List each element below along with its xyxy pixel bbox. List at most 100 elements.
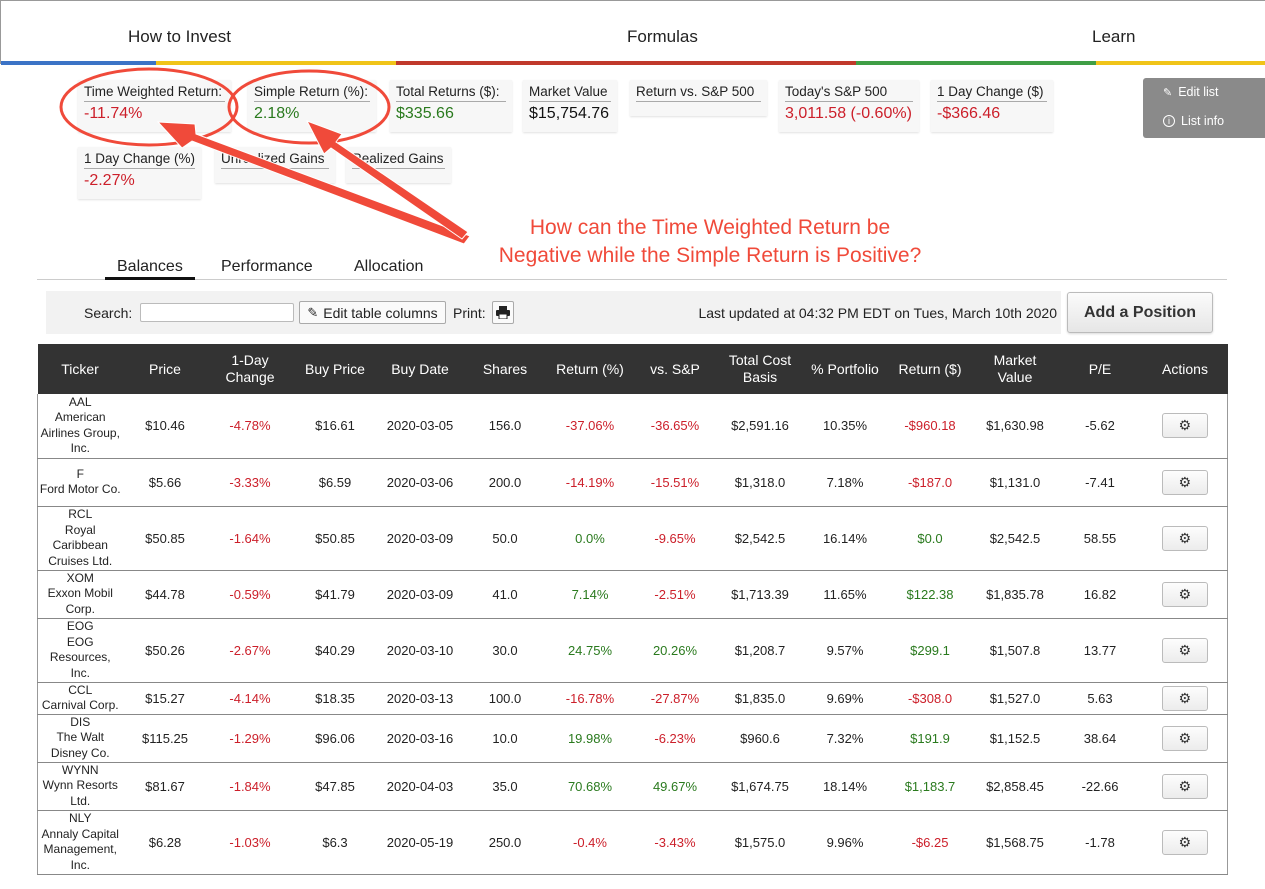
stat-value bbox=[636, 102, 761, 105]
table-header-row: Ticker Price 1-Day Change Buy Price Buy … bbox=[37, 344, 1228, 394]
cell-vs-sp: -2.51% bbox=[632, 570, 718, 619]
cell-return-usd: $0.0 bbox=[887, 506, 973, 571]
company-name: EOG Resources, Inc. bbox=[49, 634, 111, 680]
table-toolbar: Search: ✎ Edit table columns Print: Last… bbox=[46, 291, 1061, 334]
cell-ticker: WYNN Wynn Resorts Ltd. bbox=[37, 762, 123, 811]
col-header-actions: Actions bbox=[1142, 344, 1228, 394]
col-header-buy-price[interactable]: Buy Price bbox=[292, 344, 378, 394]
stat-label: Today's S&P 500 bbox=[785, 84, 913, 102]
positions-table: Ticker Price 1-Day Change Buy Price Buy … bbox=[37, 344, 1228, 875]
col-header-total-cost-basis[interactable]: Total Cost Basis bbox=[717, 344, 803, 394]
cell-return-usd: -$308.0 bbox=[887, 682, 973, 715]
add-position-button[interactable]: Add a Position bbox=[1067, 292, 1213, 333]
company-name: American Airlines Group, Inc. bbox=[40, 410, 120, 456]
cell-portfolio-pct: 9.69% bbox=[802, 682, 888, 715]
cell-market-value: $1,527.0 bbox=[972, 682, 1058, 715]
table-row: WYNN Wynn Resorts Ltd. $81.67 -1.84% $47.85 2… bbox=[37, 762, 1228, 811]
col-header-price[interactable]: Price bbox=[122, 344, 208, 394]
ticker-symbol[interactable]: XOM bbox=[39, 571, 122, 587]
stat-value: 2.18% bbox=[254, 105, 300, 122]
cell-buy-price: $6.3 bbox=[292, 810, 378, 875]
ticker-symbol[interactable]: CCL bbox=[39, 683, 122, 699]
cell-return-usd: -$6.25 bbox=[887, 810, 973, 875]
cell-cost-basis: $1,835.0 bbox=[717, 682, 803, 715]
ticker-symbol[interactable]: RCL bbox=[39, 507, 122, 523]
cell-shares: 200.0 bbox=[462, 458, 548, 507]
print-button[interactable] bbox=[492, 301, 514, 324]
cell-ticker: AAL American Airlines Group, Inc. bbox=[37, 394, 123, 459]
cell-actions: ⚙ bbox=[1142, 762, 1228, 811]
ticker-symbol[interactable]: AAL bbox=[39, 395, 122, 411]
gear-icon: ⚙ bbox=[1178, 641, 1192, 658]
edit-list-button[interactable]: ✎ Edit list bbox=[1163, 85, 1219, 99]
col-header-pe[interactable]: P/E bbox=[1057, 344, 1143, 394]
cell-portfolio-pct: 18.14% bbox=[802, 762, 888, 811]
stat-card-total-returns: Total Returns ($): $335.66 bbox=[390, 80, 512, 132]
cell-market-value: $1,568.75 bbox=[972, 810, 1058, 875]
col-header-shares[interactable]: Shares bbox=[462, 344, 548, 394]
tab-balances[interactable]: Balances bbox=[105, 258, 195, 280]
row-actions-button[interactable]: ⚙ bbox=[1161, 413, 1208, 439]
cell-pe: 16.82 bbox=[1057, 570, 1143, 619]
row-actions-button[interactable]: ⚙ bbox=[1161, 773, 1208, 799]
ticker-symbol[interactable]: NLY bbox=[39, 811, 122, 827]
nav-how-to-invest[interactable]: How to Invest bbox=[128, 27, 231, 47]
stat-label: Return vs. S&P 500 bbox=[636, 84, 761, 102]
cell-1-day-change: -4.78% bbox=[207, 394, 293, 459]
info-icon: i bbox=[1163, 115, 1175, 127]
cell-ticker: NLY Annaly Capital Management, Inc. bbox=[37, 810, 123, 875]
ticker-symbol[interactable]: DIS bbox=[39, 715, 122, 731]
nav-learn[interactable]: Learn bbox=[1092, 27, 1135, 47]
cell-return-pct: 0.0% bbox=[547, 506, 633, 571]
col-header-1-day-change[interactable]: 1-Day Change bbox=[207, 344, 293, 394]
cell-return-pct: 19.98% bbox=[547, 714, 633, 763]
cell-vs-sp: 20.26% bbox=[632, 618, 718, 683]
cell-vs-sp: -27.87% bbox=[632, 682, 718, 715]
edit-table-columns-button[interactable]: ✎ Edit table columns bbox=[299, 301, 446, 324]
cell-ticker: RCL Royal Caribbean Cruises Ltd. bbox=[37, 506, 123, 571]
cell-actions: ⚙ bbox=[1142, 458, 1228, 507]
col-header-ticker[interactable]: Ticker bbox=[37, 344, 123, 394]
cell-pe: 5.63 bbox=[1057, 682, 1143, 715]
gear-icon: ⚙ bbox=[1178, 417, 1192, 434]
row-actions-button[interactable]: ⚙ bbox=[1161, 637, 1208, 663]
ticker-symbol[interactable]: WYNN bbox=[39, 763, 122, 779]
list-info-button[interactable]: i List info bbox=[1163, 114, 1224, 128]
cell-buy-date: 2020-03-05 bbox=[377, 394, 463, 459]
row-actions-button[interactable]: ⚙ bbox=[1161, 685, 1208, 711]
col-header-return-usd[interactable]: Return ($) bbox=[887, 344, 973, 394]
cell-buy-price: $41.79 bbox=[292, 570, 378, 619]
col-header-market-value[interactable]: Market Value bbox=[972, 344, 1058, 394]
edit-icon: ✎ bbox=[307, 304, 319, 320]
ticker-symbol[interactable]: EOG bbox=[39, 619, 122, 635]
gear-icon: ⚙ bbox=[1178, 833, 1192, 850]
table-row: DIS The Walt Disney Co. $115.25 -1.29% $96.0… bbox=[37, 714, 1228, 763]
col-header-return-pct[interactable]: Return (%) bbox=[547, 344, 633, 394]
col-header-buy-date[interactable]: Buy Date bbox=[377, 344, 463, 394]
table-row: CCL Carnival Corp. $15.27 -4.14% $18.35 2020-… bbox=[37, 682, 1228, 715]
cell-pe: -1.78 bbox=[1057, 810, 1143, 875]
stat-label: Unrealized Gains bbox=[221, 151, 329, 169]
cell-return-usd: $299.1 bbox=[887, 618, 973, 683]
col-header-portfolio-pct[interactable]: % Portfolio bbox=[802, 344, 888, 394]
cell-actions: ⚙ bbox=[1142, 618, 1228, 683]
cell-buy-price: $6.59 bbox=[292, 458, 378, 507]
company-name: The Walt Disney Co. bbox=[50, 730, 110, 760]
ticker-symbol[interactable]: F bbox=[39, 467, 122, 483]
stat-value bbox=[352, 169, 445, 172]
tabs-divider bbox=[37, 279, 1227, 280]
row-actions-button[interactable]: ⚙ bbox=[1161, 469, 1208, 495]
row-actions-button[interactable]: ⚙ bbox=[1161, 725, 1208, 751]
nav-formulas[interactable]: Formulas bbox=[627, 27, 698, 47]
col-header-vs-sp[interactable]: vs. S&P bbox=[632, 344, 718, 394]
row-actions-button[interactable]: ⚙ bbox=[1161, 581, 1208, 607]
search-input[interactable] bbox=[140, 303, 294, 322]
row-actions-button[interactable]: ⚙ bbox=[1161, 829, 1208, 855]
company-name: Wynn Resorts Ltd. bbox=[42, 778, 118, 808]
tab-performance[interactable]: Performance bbox=[221, 258, 313, 276]
row-actions-button[interactable]: ⚙ bbox=[1161, 525, 1208, 551]
cell-pe: -22.66 bbox=[1057, 762, 1143, 811]
table-row: AAL American Airlines Group, Inc. $10.46 -4… bbox=[37, 394, 1228, 459]
tab-allocation[interactable]: Allocation bbox=[354, 258, 423, 276]
nav-stripe bbox=[156, 61, 396, 65]
